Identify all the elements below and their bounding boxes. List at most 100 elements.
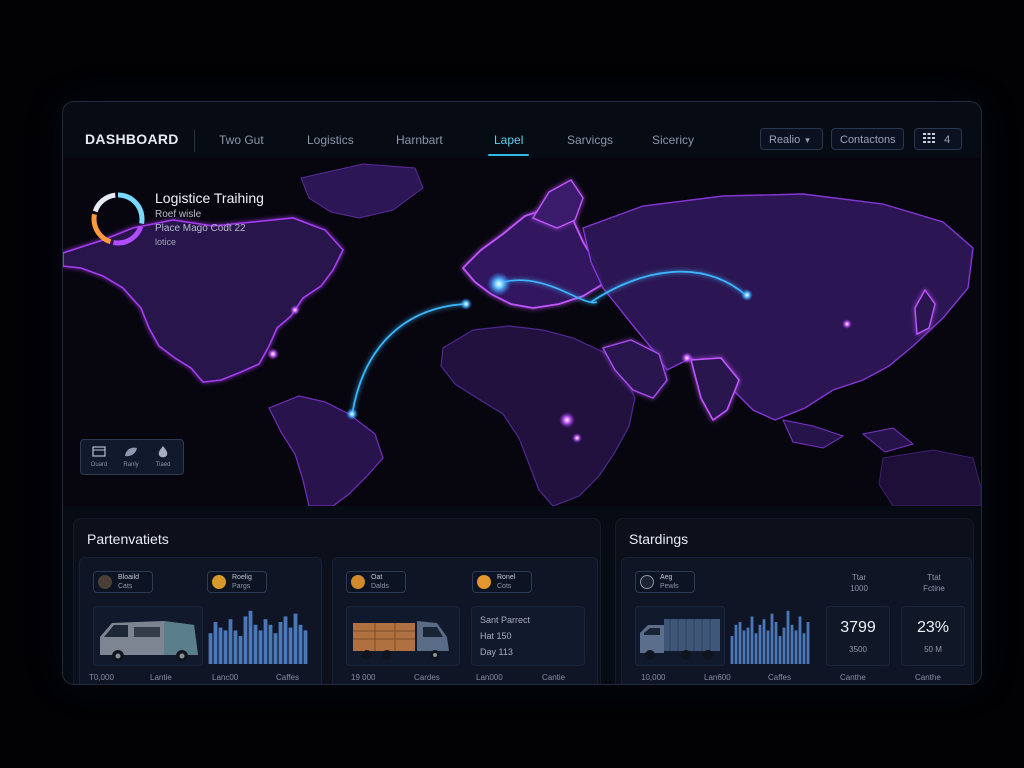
card-foot-label: Canthe <box>915 673 941 682</box>
chip-bolt[interactable]: Ronel Cots <box>472 571 532 593</box>
package-icon <box>92 446 106 457</box>
chip-label: Aeg <box>660 574 673 581</box>
route-info-line: Hat 150 <box>480 631 512 641</box>
bolt-icon <box>477 575 491 589</box>
card-foot-label: Caffes <box>276 673 299 682</box>
chart-bar <box>790 624 794 664</box>
chart-bar <box>238 636 243 664</box>
chart-bar <box>774 622 778 664</box>
chart-bar <box>268 624 273 664</box>
card-foot-label: Lan000 <box>476 673 503 682</box>
bar-chart-standings <box>730 610 810 664</box>
tracking-detail-1: Roef wisle <box>155 209 202 220</box>
card-foot-label: 10,000 <box>641 673 666 682</box>
fleet-card-van[interactable]: Bloaild Cats Roelig Pargs T0,000 Lantie … <box>79 557 322 684</box>
card-foot-label: Canthe <box>840 673 866 682</box>
stat-header: Ttat Fctine <box>923 573 945 593</box>
tab-harnbart[interactable]: Harnbart <box>396 133 443 147</box>
globe-icon <box>640 575 654 589</box>
coin-icon <box>212 575 226 589</box>
chart-bar <box>248 610 253 664</box>
nav-divider <box>194 130 195 152</box>
chart-bar <box>762 619 766 664</box>
standings-card[interactable]: Aeg Pewls Ttar 1000 Ttat Fctine 3799 350… <box>621 557 972 684</box>
chart-bar <box>786 610 790 664</box>
chip-sublabel: Dalds <box>371 583 389 590</box>
chart-bar <box>283 616 288 664</box>
delivery-van-icon <box>100 621 198 662</box>
map-tool-palette: Ouard Ranly Tlaed <box>80 439 184 475</box>
tab-logistics[interactable]: Logistics <box>307 133 354 147</box>
card-foot-label: Cardes <box>414 673 440 682</box>
chart-bar <box>243 616 248 664</box>
chart-bar <box>778 636 782 664</box>
stat-subvalue: 3500 <box>849 645 867 654</box>
chip-label: Bloaild <box>118 574 140 581</box>
chip-globe[interactable]: Aeg Pewls <box>635 571 695 593</box>
card-foot-label: 19 000 <box>351 673 376 682</box>
map-tool-label: Ranly <box>123 462 139 468</box>
route-info-line: Sant Parrect <box>480 615 531 625</box>
fleet-card-truck[interactable]: Oat Dalds Ronel Cots Sant Parrect Hat 15… <box>332 557 598 684</box>
chart-bar <box>734 624 738 664</box>
tab-two-gut[interactable]: Two Gut <box>219 133 264 147</box>
chip-sublabel: Pewls <box>660 583 679 590</box>
map-tool-package[interactable]: Ouard <box>85 444 113 470</box>
contact-button[interactable]: Contactons <box>831 128 904 150</box>
stat-box-total: 3799 3500 <box>826 606 890 666</box>
chip-sublabel: Cats <box>118 583 133 590</box>
chip-box[interactable]: Oat Dalds <box>346 571 406 593</box>
grid-icon <box>923 129 935 151</box>
tab-sarvicgs[interactable]: Sarvicgs <box>567 133 613 147</box>
chart-bar <box>228 619 233 664</box>
chart-bar <box>742 630 746 664</box>
view-count: 4 <box>944 134 951 146</box>
truck-image-box <box>635 606 725 666</box>
chart-bar <box>798 616 802 664</box>
chart-bar <box>213 622 218 664</box>
card-foot-label: Lantie <box>150 673 172 682</box>
tab-lapel[interactable]: Lapel <box>487 133 530 156</box>
chart-bar <box>278 622 283 664</box>
chart-bar <box>750 616 754 664</box>
chart-bar <box>794 630 798 664</box>
truck-image-box <box>346 606 460 666</box>
map-tool-label: Tlaed <box>155 462 171 468</box>
leaf-icon <box>125 447 137 457</box>
map-tool-label: Ouard <box>90 462 108 468</box>
chart-bar <box>253 624 258 664</box>
chart-bar <box>288 627 293 664</box>
card-foot-label: T0,000 <box>89 673 114 682</box>
chart-bar <box>806 622 810 664</box>
filter-dropdown[interactable]: Realio ▾ <box>760 128 823 150</box>
van-image-box <box>93 606 203 666</box>
world-map[interactable]: Logistice Traihing Roef wisle Place Mago… <box>63 158 981 506</box>
card-foot-label: Lanc00 <box>212 673 239 682</box>
chip-worker[interactable]: Bloaild Cats <box>93 571 153 593</box>
chevron-down-icon: ▾ <box>805 135 810 145</box>
card-foot-label: Lan600 <box>704 673 731 682</box>
chart-bar <box>770 613 774 664</box>
standings-panel-title: Stardings <box>629 531 689 547</box>
progress-ring-icon <box>91 192 145 246</box>
chart-bar <box>802 633 806 664</box>
chart-bar <box>293 613 298 664</box>
container-truck-icon <box>640 619 720 660</box>
view-toggle-button[interactable]: 4 <box>914 128 962 150</box>
map-tool-drop[interactable]: Tlaed <box>149 444 177 470</box>
logistics-tracking-widget: Logistice Traihing Roef wisle Place Mago… <box>87 188 327 252</box>
chart-bar <box>730 636 734 664</box>
box-icon <box>351 575 365 589</box>
chip-coin[interactable]: Roelig Pargs <box>207 571 267 593</box>
chart-bar <box>223 630 228 664</box>
tab-sicericy[interactable]: Sicericy <box>652 133 694 147</box>
chart-bar <box>233 630 238 664</box>
chip-sublabel: Pargs <box>232 583 251 590</box>
chart-bar <box>746 627 750 664</box>
map-tool-leaf[interactable]: Ranly <box>117 444 145 470</box>
stat-header: Ttar 1000 <box>850 573 868 593</box>
chart-bar <box>258 630 263 664</box>
stat-box-percent: 23% 50 M <box>901 606 965 666</box>
stat-value: 23% <box>916 619 950 636</box>
cargo-truck-icon <box>353 621 449 660</box>
